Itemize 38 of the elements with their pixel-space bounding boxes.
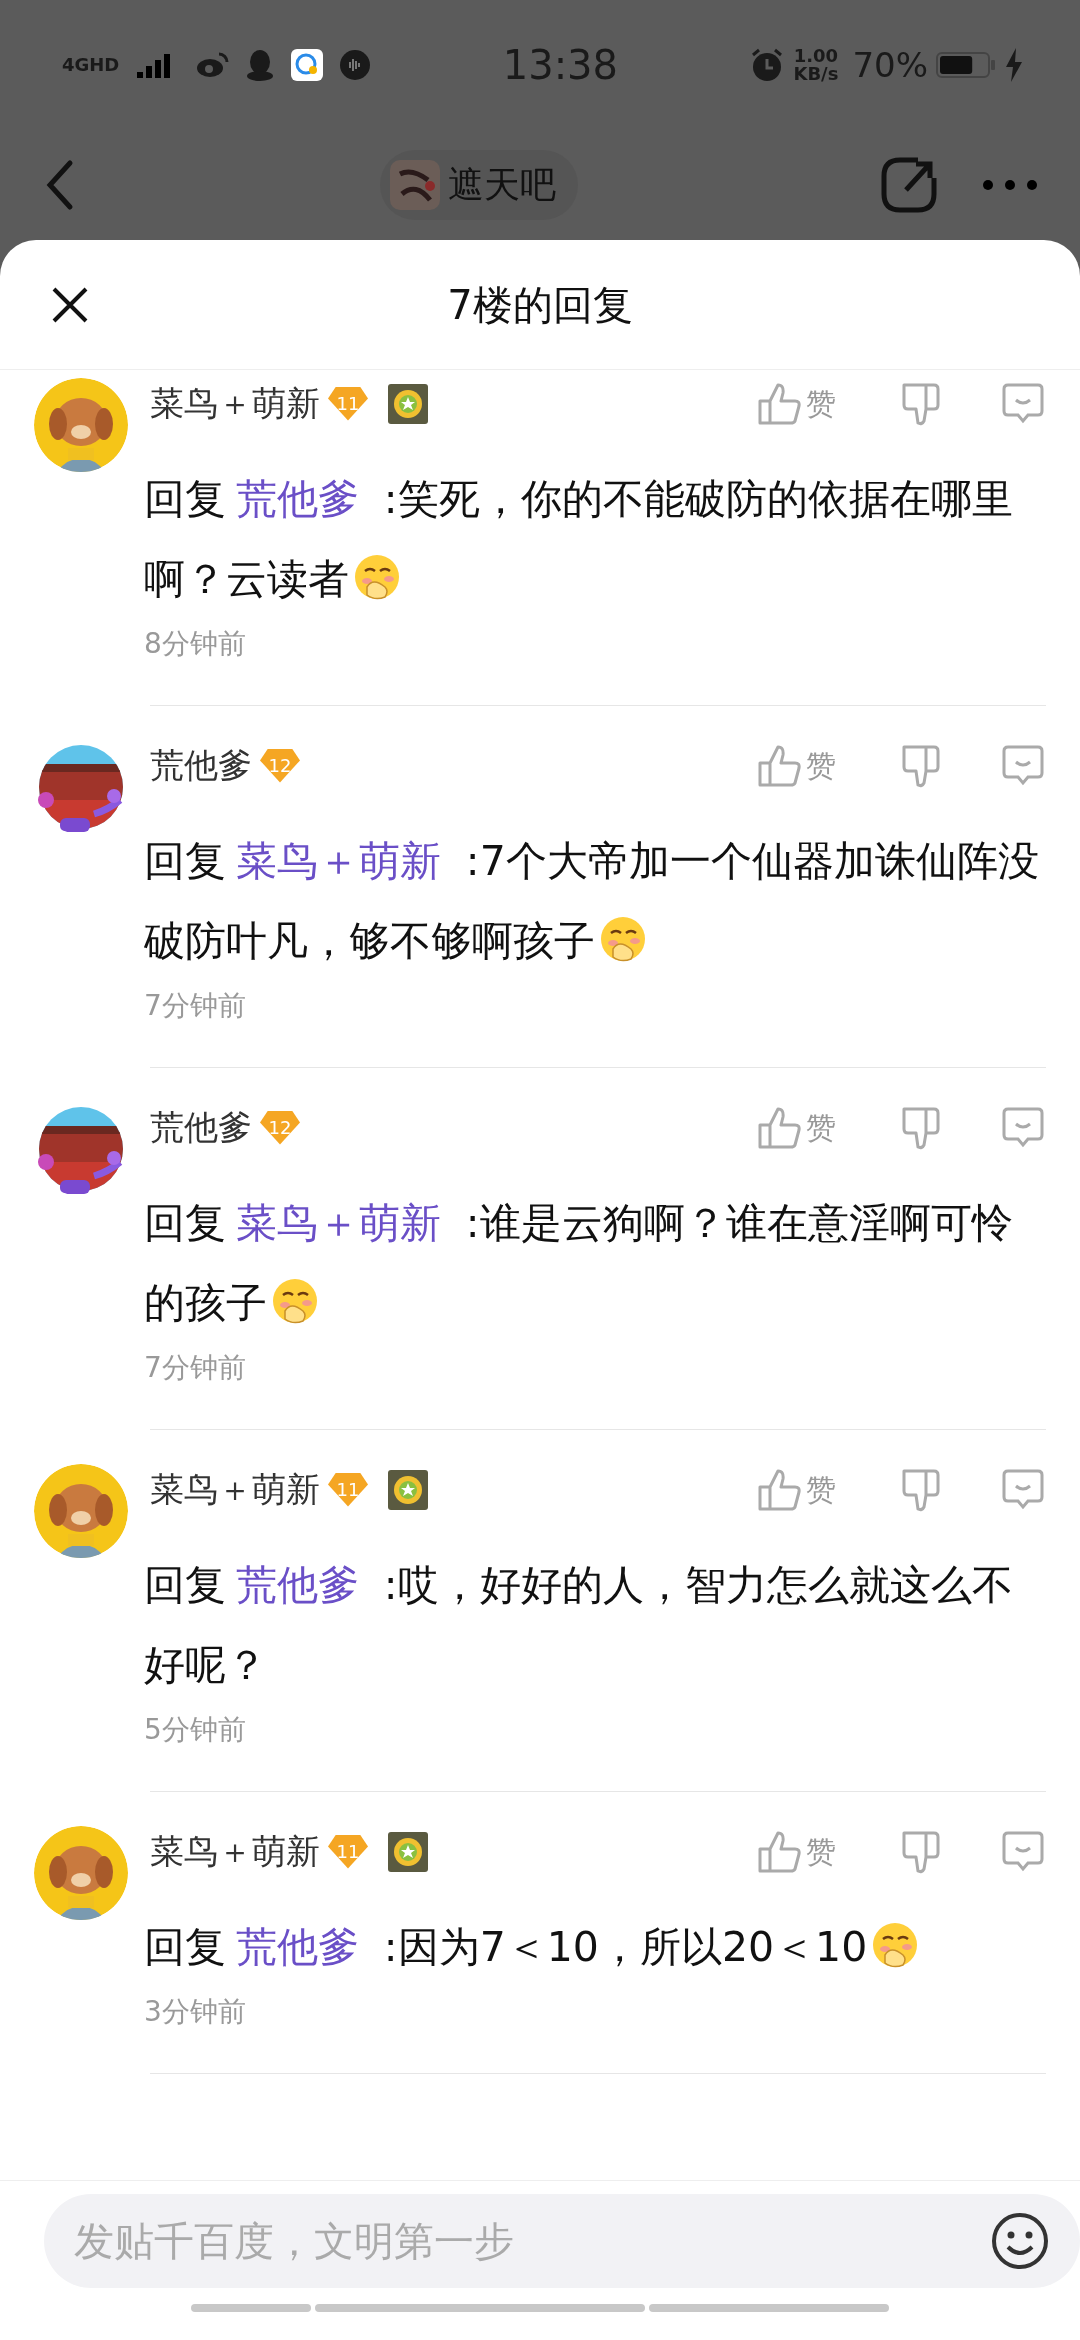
username[interactable]: 菜鸟＋萌新 bbox=[150, 1826, 320, 1877]
battery-percent: 70% bbox=[852, 43, 928, 87]
level-badge: 11 bbox=[328, 1472, 368, 1507]
timestamp: 3分钟前 bbox=[144, 1994, 247, 2030]
level-badge: 11 bbox=[328, 1834, 368, 1869]
speed-value: 1.00 bbox=[793, 47, 839, 65]
reply-text: 回复 菜鸟＋萌新 :7个大帝加一个仙器加诛仙阵没破防叶凡，够不够啊孩子 bbox=[144, 836, 1040, 967]
user-link[interactable]: 荒他爹 bbox=[236, 1561, 360, 1609]
level-badge: 12 bbox=[260, 1110, 300, 1145]
username[interactable]: 菜鸟＋萌新 bbox=[150, 1464, 320, 1515]
username[interactable]: 荒他爹 bbox=[150, 1102, 252, 1153]
more-icon[interactable] bbox=[980, 177, 1040, 193]
timestamp: 7分钟前 bbox=[144, 1350, 247, 1386]
username[interactable]: 菜鸟＋萌新 bbox=[150, 378, 320, 429]
chat-app-icon bbox=[291, 49, 324, 81]
network-label: 4GHD bbox=[62, 56, 120, 74]
reply-text: 回复 菜鸟＋萌新 :谁是云狗啊？谁在意淫啊可怜的孩子 bbox=[144, 1198, 1014, 1329]
comment-input-field[interactable]: 发贴千百度，文明第一步 bbox=[44, 2193, 1080, 2288]
reply-text: 回复 荒他爹 :因为7＜10，所以20＜10 bbox=[144, 1907, 1046, 1987]
voice-icon bbox=[339, 49, 372, 81]
clock: 13:38 bbox=[502, 42, 618, 88]
level-badge: 12 bbox=[260, 748, 300, 783]
user-link[interactable]: 菜鸟＋萌新 bbox=[236, 1199, 442, 1247]
reply-text: 回复 荒他爹 :笑死，你的不能破防的依据在哪里啊？云读者 bbox=[144, 474, 1014, 605]
user-link[interactable]: 荒他爹 bbox=[236, 475, 360, 523]
level-badge: 11 bbox=[328, 386, 368, 421]
forum-logo-icon bbox=[390, 160, 440, 210]
battery-icon bbox=[936, 50, 996, 80]
charging-icon bbox=[1004, 48, 1024, 82]
sheet-title: 7楼的回复 bbox=[447, 280, 633, 330]
user-link[interactable]: 菜鸟＋萌新 bbox=[236, 837, 442, 885]
reply-text: 回复 荒他爹 :哎，好好的人，智力怎么就这么不好呢？ bbox=[144, 1560, 1014, 1691]
timestamp: 7分钟前 bbox=[144, 988, 247, 1024]
username[interactable]: 荒他爹 bbox=[150, 740, 252, 791]
timestamp: 8分钟前 bbox=[144, 626, 247, 662]
user-link[interactable]: 荒他爹 bbox=[236, 1923, 360, 1971]
speed-unit: KB/s bbox=[793, 65, 839, 83]
timestamp: 5分钟前 bbox=[144, 1712, 247, 1748]
